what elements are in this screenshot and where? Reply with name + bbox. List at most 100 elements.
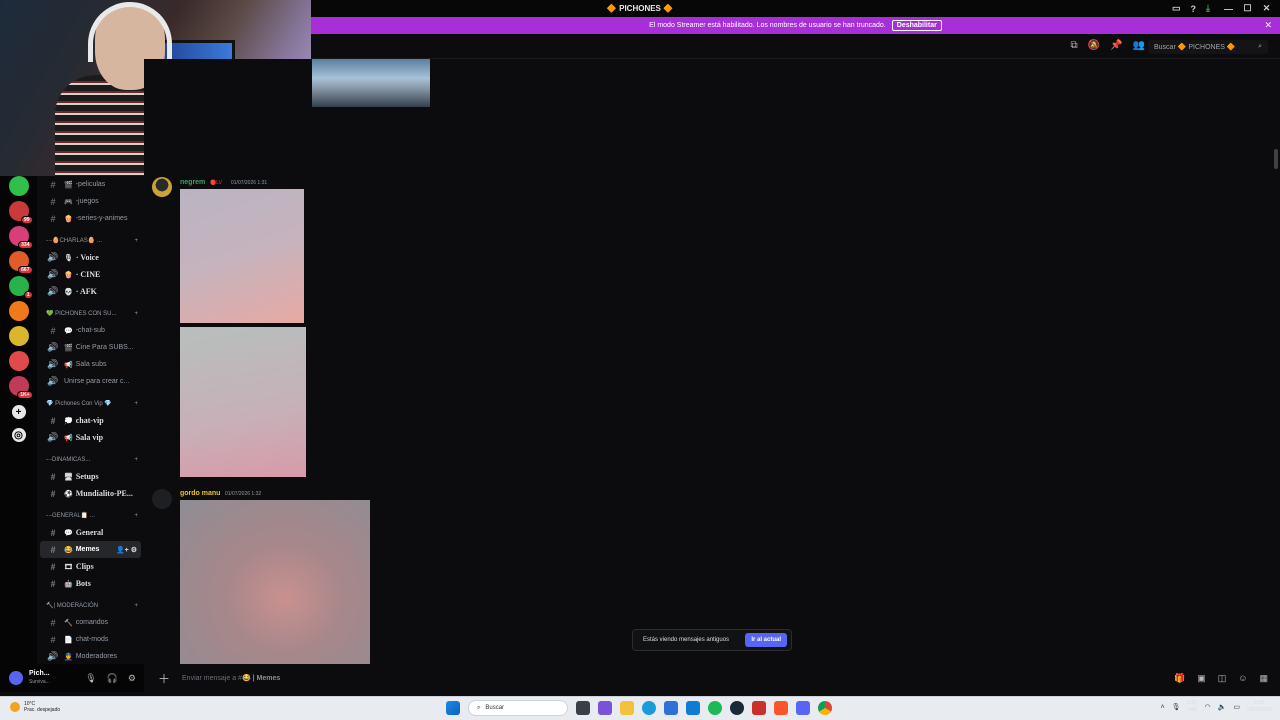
channel-item[interactable]: # 💭 chat-vip: [40, 412, 141, 429]
avatar[interactable]: [9, 671, 23, 685]
channel-item[interactable]: # 🎞 Clips: [40, 558, 141, 575]
weather-widget[interactable]: 10°C Prac. despejado: [10, 701, 60, 713]
message-author[interactable]: negrem: [180, 179, 205, 186]
battery-icon[interactable]: ▭: [1233, 703, 1240, 711]
channel-item[interactable]: 🔊 🎙 · Voice: [40, 249, 141, 266]
inbox-icon[interactable]: ▭: [1172, 3, 1181, 14]
wifi-icon[interactable]: ◠: [1205, 703, 1211, 711]
channel-item[interactable]: # 💬 General: [40, 524, 141, 541]
channel-item[interactable]: # 🍿 -series-y-animes: [40, 210, 141, 227]
app-icon[interactable]: [752, 701, 766, 715]
attachment-image[interactable]: [180, 500, 370, 664]
jump-to-present-button[interactable]: Ir al actual: [745, 633, 787, 647]
message-composer[interactable]: ＋ Enviar mensaje a #😂 | Memes 🎁 ▣ ◫ ☺ ▦: [148, 664, 1280, 692]
clock[interactable]: 0:26 08/08/2026: [1247, 700, 1272, 714]
disable-streamer-button[interactable]: Deshabilitar: [891, 20, 942, 31]
add-channel-icon[interactable]: +: [134, 603, 138, 609]
widgets-icon[interactable]: [598, 701, 612, 715]
server-icon[interactable]: [8, 351, 29, 371]
store-icon[interactable]: [664, 701, 678, 715]
brave-icon[interactable]: [774, 701, 788, 715]
maximize-button[interactable]: ☐: [1238, 3, 1257, 14]
gift-icon[interactable]: 🎁: [1174, 673, 1185, 684]
chevron-up-icon[interactable]: ˄: [1161, 704, 1165, 711]
channel-item[interactable]: # 🖥 Setups: [40, 468, 141, 485]
channel-item[interactable]: 🔊 📢 Sala subs: [40, 356, 141, 373]
channel-item[interactable]: # 📄 chat-mods: [40, 631, 141, 648]
add-server-icon[interactable]: +: [11, 405, 26, 419]
channel-item[interactable]: # 🎬 -peliculas: [40, 176, 141, 193]
add-channel-icon[interactable]: +: [134, 238, 138, 244]
members-icon[interactable]: 👥: [1133, 40, 1145, 51]
taskbar-search[interactable]: ⌕ Buscar: [468, 700, 568, 716]
message-author[interactable]: gordo manu: [180, 490, 220, 497]
avatar[interactable]: [152, 489, 172, 509]
emoji-icon[interactable]: ☺: [1238, 673, 1247, 684]
channel-category[interactable]: 💚 PICHONES CON SU... +: [37, 305, 144, 322]
speaker-icon[interactable]: 🔈: [1218, 703, 1227, 711]
steam-icon[interactable]: [730, 701, 744, 715]
discord-icon[interactable]: [796, 701, 810, 715]
threads-icon[interactable]: ⧉: [1071, 40, 1078, 51]
server-icon[interactable]: [8, 176, 29, 196]
banner-close-icon[interactable]: ✕: [1264, 20, 1272, 31]
server-icon[interactable]: 1: [8, 276, 33, 299]
server-icon[interactable]: 334: [8, 226, 33, 249]
channel-item-active[interactable]: # 😂 Memes 👤+ ⚙: [40, 541, 141, 558]
add-channel-icon[interactable]: +: [134, 311, 138, 317]
mail-icon[interactable]: [686, 701, 700, 715]
server-icon[interactable]: [8, 326, 29, 346]
channel-category[interactable]: 🔨| MODERACIÓN +: [37, 597, 144, 614]
attachment-image[interactable]: [180, 327, 306, 477]
discover-icon[interactable]: ◎: [11, 428, 26, 442]
pin-icon[interactable]: 📌: [1110, 40, 1122, 51]
task-view-icon[interactable]: [576, 701, 590, 715]
channel-item[interactable]: 🔊 📢 Sala vip: [40, 429, 141, 446]
channel-category[interactable]: -·-🥚CHARLAS🥚 ... +: [37, 232, 144, 249]
apps-icon[interactable]: ▦: [1259, 673, 1268, 684]
server-icon[interactable]: 1K+: [8, 376, 33, 399]
avatar[interactable]: [152, 177, 172, 197]
channel-category[interactable]: 💎 Pichones Con Vip 💎 +: [37, 395, 144, 412]
channel-item[interactable]: 🔊 👮 Moderadores: [40, 648, 141, 664]
channel-item[interactable]: # 🤖 Bots: [40, 575, 141, 592]
server-icon[interactable]: [8, 301, 29, 321]
help-icon[interactable]: ?: [1191, 4, 1197, 14]
headphones-icon[interactable]: 🎧: [107, 673, 118, 684]
attachment-image[interactable]: [312, 59, 430, 107]
gif-icon[interactable]: ▣: [1197, 673, 1206, 684]
windows-start-icon[interactable]: [446, 701, 460, 715]
server-icon[interactable]: 99: [8, 201, 33, 224]
channel-item[interactable]: 🔊 🍿 · CINE: [40, 266, 141, 283]
microphone-icon[interactable]: 🎙: [1172, 703, 1181, 711]
scrollbar[interactable]: [1274, 149, 1278, 169]
settings-gear-icon[interactable]: ⚙: [128, 673, 136, 684]
server-icon[interactable]: 667: [8, 251, 33, 274]
channel-item[interactable]: 🔊 Unirse para crear c...: [40, 373, 141, 390]
channel-actions[interactable]: 👤+ ⚙: [116, 546, 137, 554]
channel-item[interactable]: # 🎮 -juegos: [40, 193, 141, 210]
channel-item[interactable]: # ⚽ Mundialito-PE...: [40, 485, 141, 502]
language-indicator[interactable]: ESP LAA: [1188, 700, 1198, 714]
minimize-button[interactable]: —: [1219, 4, 1238, 14]
add-channel-icon[interactable]: +: [134, 401, 138, 407]
add-channel-icon[interactable]: +: [134, 513, 138, 519]
download-icon[interactable]: ⤓: [1206, 3, 1210, 14]
add-channel-icon[interactable]: +: [134, 457, 138, 463]
file-explorer-icon[interactable]: [620, 701, 634, 715]
edge-icon[interactable]: [642, 701, 656, 715]
close-window-button[interactable]: ✕: [1257, 3, 1276, 14]
spotify-icon[interactable]: [708, 701, 722, 715]
add-attachment-icon[interactable]: ＋: [158, 670, 170, 687]
search-input[interactable]: Buscar 🔶 PICHONES 🔶 ⌕: [1148, 40, 1268, 54]
attachment-image[interactable]: [180, 189, 304, 323]
channel-category[interactable]: -·-GENERAL📋 ... +: [37, 507, 144, 524]
channel-item[interactable]: # 💬 -chat-sub: [40, 322, 141, 339]
channel-item[interactable]: # 🔨 comandos: [40, 614, 141, 631]
channel-category[interactable]: -·-DINAMICAS... +: [37, 451, 144, 468]
sticker-icon[interactable]: ◫: [1218, 673, 1227, 684]
notifications-icon[interactable]: 🔕: [1088, 40, 1100, 51]
channel-item[interactable]: 🔊 💀 · AFK: [40, 283, 141, 300]
channel-item[interactable]: 🔊 🎬 Cine Para SUBS...: [40, 339, 141, 356]
chrome-icon[interactable]: [818, 701, 832, 715]
